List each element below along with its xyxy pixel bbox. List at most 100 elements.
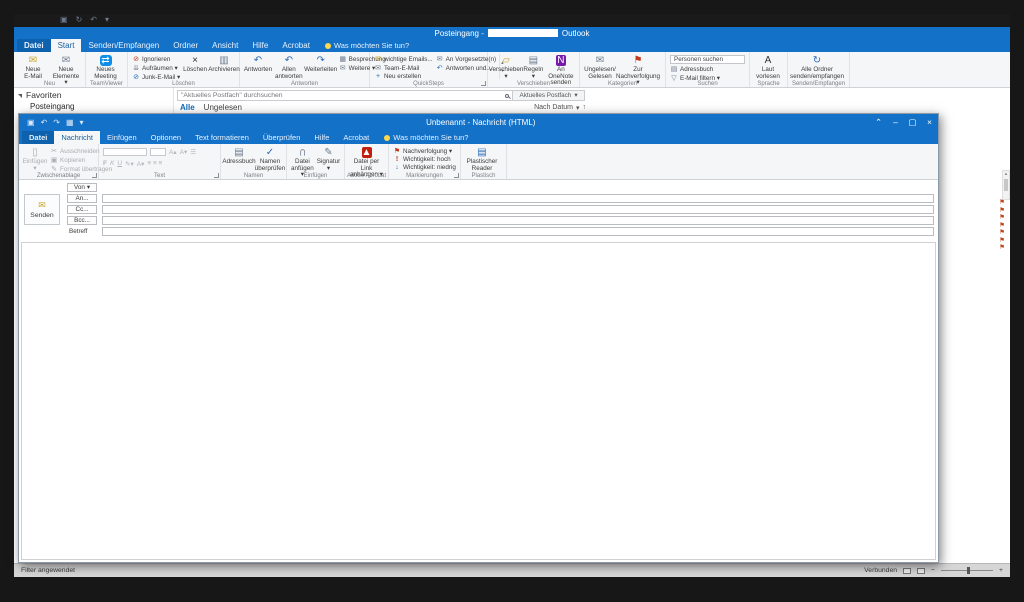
- immersive-reader-button[interactable]: ▤ Plastischer Reader: [465, 146, 499, 171]
- tab-datei[interactable]: Datei: [17, 39, 51, 52]
- zoom-out-icon[interactable]: −: [931, 567, 935, 574]
- align-icons[interactable]: ≡ ≡ ≡: [147, 160, 162, 167]
- to-input[interactable]: [102, 194, 934, 203]
- quickstep-neu-erstellen[interactable]: + Neu erstellen: [374, 73, 433, 80]
- close-icon[interactable]: ×: [921, 117, 938, 128]
- bcc-input[interactable]: [102, 216, 934, 225]
- scrollbar-thumb[interactable]: [1004, 179, 1008, 191]
- tab-hilfe[interactable]: Hilfe: [245, 39, 275, 52]
- search-scope-dropdown[interactable]: Aktuelles Postfach ▾: [513, 90, 585, 101]
- sort-by-dropdown[interactable]: Nach Datum ▾ ↑: [534, 104, 586, 112]
- qat-customize-icon[interactable]: ▾: [80, 118, 84, 127]
- search-box[interactable]: [177, 90, 513, 101]
- touch-mode-icon[interactable]: ▦: [66, 118, 74, 127]
- message-list-scrollbar[interactable]: ▴: [1002, 170, 1010, 200]
- ignore-button[interactable]: ⊘ Ignorieren: [132, 55, 180, 63]
- font-name-combobox[interactable]: [103, 148, 147, 156]
- reply-all-button[interactable]: ↶ Allen antworten: [275, 54, 303, 79]
- dialog-launcher-icon[interactable]: [92, 173, 97, 178]
- check-names-button[interactable]: ✓ Namen überprüfen: [256, 146, 284, 171]
- paste-button[interactable]: ▯ Einfügen ▾: [23, 146, 47, 171]
- address-book-button[interactable]: ▤ Adressbuch: [225, 146, 253, 171]
- bold-icon[interactable]: F: [103, 160, 107, 167]
- italic-icon[interactable]: K: [110, 160, 114, 167]
- save-icon[interactable]: ▣: [27, 118, 35, 127]
- cleanup-button[interactable]: ⇊ Aufräumen ▾: [132, 64, 180, 72]
- low-importance-button[interactable]: ↓ Wichtigkeit: niedrig: [393, 164, 456, 171]
- move-button[interactable]: ▱ Verschieben ▾: [492, 54, 520, 79]
- tab-einfuegen[interactable]: Einfügen: [100, 131, 144, 144]
- reading-view-icon[interactable]: [917, 568, 925, 574]
- normal-view-icon[interactable]: [903, 568, 911, 574]
- dialog-launcher-icon[interactable]: [214, 173, 219, 178]
- underline-icon[interactable]: U: [117, 160, 122, 167]
- tab-ueberpruefen[interactable]: Überprüfen: [256, 131, 308, 144]
- zoom-in-icon[interactable]: +: [999, 567, 1003, 574]
- to-button[interactable]: An...: [67, 194, 97, 203]
- folder-posteingang[interactable]: Posteingang: [18, 100, 169, 111]
- flag-icon[interactable]: ⚑: [999, 200, 1005, 207]
- tab-acrobat[interactable]: Acrobat: [336, 131, 376, 144]
- zoom-slider-thumb[interactable]: [967, 567, 970, 574]
- onenote-button[interactable]: N An OneNote senden: [547, 54, 575, 79]
- filter-alle[interactable]: Alle: [180, 103, 195, 112]
- tell-me-box[interactable]: Was möchten Sie tun?: [325, 39, 409, 52]
- subject-input[interactable]: [102, 227, 934, 236]
- tab-hilfe[interactable]: Hilfe: [307, 131, 336, 144]
- quickstep-an-vorgesetzte[interactable]: ✉ An Vorgesetzte(n): [436, 55, 496, 63]
- shrink-font-icon[interactable]: A▾: [180, 148, 188, 156]
- quickstep-wichtige-emails[interactable]: ✉ wichtige Emails...: [374, 55, 433, 63]
- find-people-box[interactable]: Personen suchen: [670, 55, 745, 64]
- search-input[interactable]: [181, 92, 505, 99]
- tab-nachricht[interactable]: Nachricht: [54, 131, 100, 144]
- zoom-slider[interactable]: [941, 570, 993, 571]
- send-receive-icon[interactable]: ↻: [76, 15, 83, 24]
- tab-datei[interactable]: Datei: [22, 131, 54, 144]
- rules-button[interactable]: ▤ Regeln ▾: [523, 54, 544, 79]
- cc-input[interactable]: [102, 205, 934, 214]
- cc-button[interactable]: Cc...: [67, 205, 97, 214]
- flag-icon[interactable]: ⚑: [999, 245, 1005, 252]
- font-color-icon[interactable]: A▾: [137, 160, 145, 168]
- filter-ungelesen[interactable]: Ungelesen: [204, 103, 242, 112]
- tab-acrobat[interactable]: Acrobat: [275, 39, 317, 52]
- attach-file-button[interactable]: ⊂ Datei anfügen ▾: [291, 146, 314, 171]
- redo-icon[interactable]: ↷: [53, 118, 60, 127]
- message-body-editor[interactable]: [21, 242, 936, 560]
- ribbon-display-options-icon[interactable]: ⌃: [870, 117, 887, 128]
- undo-icon[interactable]: ↶: [41, 118, 48, 127]
- attach-via-link-button[interactable]: ▲ Datei per Link anhängen ▾: [349, 146, 384, 171]
- dialog-launcher-icon[interactable]: [481, 81, 486, 86]
- flag-icon[interactable]: ⚑: [999, 230, 1005, 237]
- send-button[interactable]: ✉ Senden: [24, 194, 60, 225]
- font-size-combobox[interactable]: [150, 148, 166, 156]
- archive-button[interactable]: ▥ Archivieren: [210, 54, 238, 79]
- undo-icon[interactable]: ↶: [90, 15, 97, 24]
- quickstep-antworten-und[interactable]: ↶ Antworten und...: [436, 64, 496, 72]
- qat-customize-icon[interactable]: ▾: [105, 15, 109, 24]
- signature-button[interactable]: ✎ Signatur ▾: [317, 146, 340, 171]
- forward-button[interactable]: ↷ Weiterleiten: [306, 54, 336, 79]
- quickstep-team-email[interactable]: ✉ Team-E-Mail: [374, 64, 433, 72]
- high-importance-button[interactable]: ! Wichtigkeit: hoch: [393, 156, 456, 163]
- flag-icon[interactable]: ⚑: [999, 215, 1005, 222]
- followup-button[interactable]: ⚑ Zur Nachverfolgung ▾: [619, 54, 657, 79]
- unread-read-button[interactable]: ✉ Ungelesen/ Gelesen: [584, 54, 616, 79]
- dialog-launcher-icon[interactable]: [454, 173, 459, 178]
- tab-ordner[interactable]: Ordner: [166, 39, 205, 52]
- tell-me-box[interactable]: Was möchten Sie tun?: [384, 131, 468, 144]
- junk-button[interactable]: ⊘ Junk-E-Mail ▾: [132, 73, 180, 81]
- new-email-button[interactable]: ✉ Neue E-Mail: [18, 54, 48, 79]
- tab-optionen[interactable]: Optionen: [144, 131, 188, 144]
- reply-button[interactable]: ↶ Antworten: [244, 54, 272, 79]
- new-meeting-button[interactable]: ⇄ Neues Meeting: [90, 54, 121, 79]
- tab-senden-empfangen[interactable]: Senden/Empfangen: [81, 39, 166, 52]
- tab-ansicht[interactable]: Ansicht: [205, 39, 245, 52]
- maximize-icon[interactable]: ▢: [904, 117, 921, 128]
- favorites-header[interactable]: Favoriten: [18, 89, 169, 100]
- follow-up-button[interactable]: ⚑ Nachverfolgung ▾: [393, 147, 456, 155]
- tab-start[interactable]: Start: [51, 39, 82, 52]
- bullet-list-icon[interactable]: ☰: [190, 148, 196, 156]
- grow-font-icon[interactable]: A▴: [169, 148, 177, 156]
- bcc-button[interactable]: Bcc...: [67, 216, 97, 225]
